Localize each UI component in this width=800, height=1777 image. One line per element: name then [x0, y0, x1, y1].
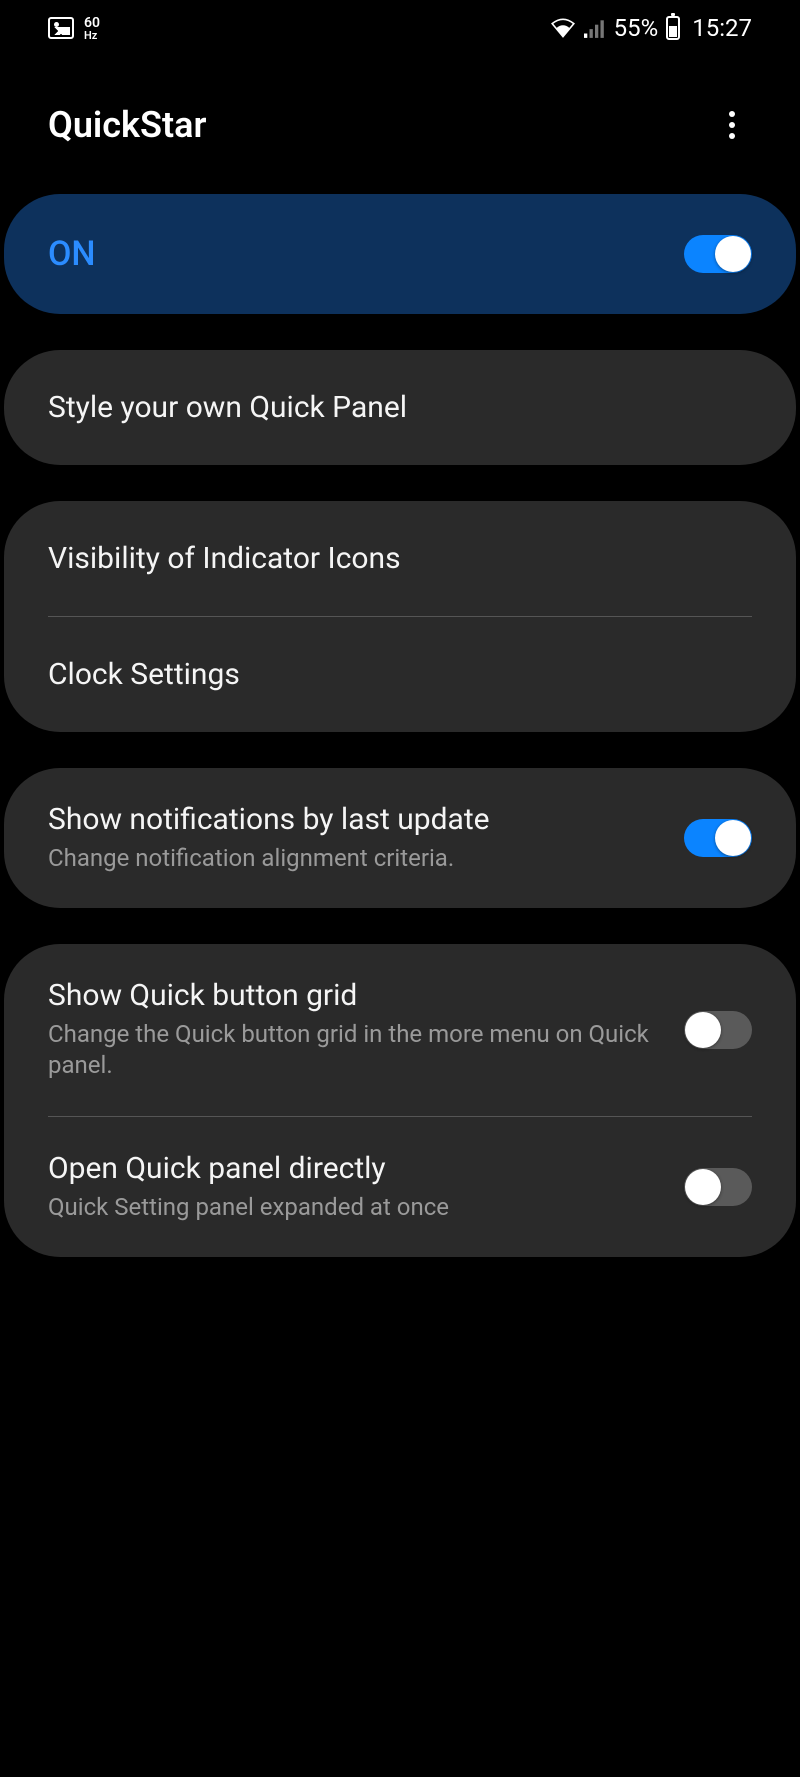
settings-card: Visibility of Indicator Icons Clock Sett…: [4, 501, 796, 732]
signal-icon: [584, 18, 606, 38]
visibility-indicator-icons-row[interactable]: Visibility of Indicator Icons: [4, 501, 796, 616]
settings-card: Style your own Quick Panel: [4, 350, 796, 465]
style-quick-panel-row[interactable]: Style your own Quick Panel: [4, 350, 796, 465]
app-header: QuickStar: [0, 56, 800, 194]
row-title: Show Quick button grid: [48, 978, 664, 1013]
master-toggle-card: ON: [4, 194, 796, 314]
master-toggle-switch[interactable]: [684, 235, 752, 273]
row-title: Open Quick panel directly: [48, 1151, 664, 1186]
more-options-button[interactable]: [712, 105, 752, 145]
status-right: 55% 15:27: [550, 14, 752, 42]
hz-unit: Hz: [84, 30, 100, 41]
row-subtitle: Change notification alignment criteria.: [48, 843, 664, 874]
clock: 15:27: [692, 14, 752, 42]
battery-percent: 55%: [614, 14, 659, 42]
show-notifications-last-update-row[interactable]: Show notifications by last update Change…: [4, 768, 796, 908]
master-toggle-label: ON: [48, 234, 664, 274]
page-title: QuickStar: [48, 104, 206, 146]
settings-card: Show Quick button grid Change the Quick …: [4, 944, 796, 1257]
open-quick-panel-toggle[interactable]: [684, 1168, 752, 1206]
row-title: Clock Settings: [48, 657, 732, 692]
open-quick-panel-directly-row[interactable]: Open Quick panel directly Quick Setting …: [4, 1117, 796, 1257]
clock-settings-row[interactable]: Clock Settings: [4, 617, 796, 732]
notifications-last-update-toggle[interactable]: [684, 819, 752, 857]
more-vert-icon: [729, 111, 735, 139]
battery-icon: [666, 16, 680, 40]
row-title: Show notifications by last update: [48, 802, 664, 837]
settings-list: ON Style your own Quick Panel Visibility…: [0, 194, 800, 1257]
master-toggle-row[interactable]: ON: [4, 194, 796, 314]
row-subtitle: Change the Quick button grid in the more…: [48, 1019, 664, 1081]
row-subtitle: Quick Setting panel expanded at once: [48, 1192, 664, 1223]
wifi-icon: [550, 17, 576, 39]
image-icon: [48, 17, 74, 39]
hz-value: 60: [84, 16, 100, 30]
row-title: Visibility of Indicator Icons: [48, 541, 732, 576]
row-title: Style your own Quick Panel: [48, 390, 732, 425]
show-quick-button-grid-row[interactable]: Show Quick button grid Change the Quick …: [4, 944, 796, 1115]
settings-card: Show notifications by last update Change…: [4, 768, 796, 908]
status-left: 60 Hz: [48, 16, 100, 41]
refresh-rate-label: 60 Hz: [84, 16, 100, 41]
quick-button-grid-toggle[interactable]: [684, 1011, 752, 1049]
status-bar: 60 Hz 55% 15:27: [0, 0, 800, 56]
